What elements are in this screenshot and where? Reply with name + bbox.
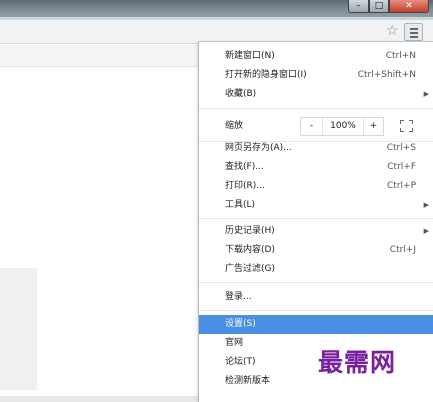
menu-item-tools[interactable]: 工具(L) ▶ xyxy=(199,196,433,215)
window-title-bar: – □ ✕ xyxy=(0,0,433,20)
menu-item-downloads[interactable]: 下载内容(D) Ctrl+J xyxy=(199,241,433,260)
maximize-button[interactable]: □ xyxy=(369,0,389,13)
menu-item-history[interactable]: 历史记录(H) ▶ xyxy=(199,222,433,241)
zoom-out-button[interactable]: - xyxy=(301,118,323,135)
menu-button[interactable] xyxy=(404,23,423,41)
zoom-level: 100% xyxy=(330,121,356,131)
menu-item-new-incognito-window[interactable]: 打开新的隐身窗口(I) Ctrl+Shift+N xyxy=(199,66,433,85)
submenu-arrow-icon: ▶ xyxy=(423,90,429,98)
page-header-strip xyxy=(0,45,200,67)
close-button[interactable]: ✕ xyxy=(389,0,429,13)
menu-item-official-site[interactable]: 官网 xyxy=(199,334,433,353)
fullscreen-icon[interactable] xyxy=(400,120,413,132)
menu-item-new-window[interactable]: 新建窗口(N) Ctrl+N xyxy=(199,47,433,66)
menu-divider xyxy=(199,310,433,311)
menu-divider xyxy=(199,108,433,109)
zoom-in-button[interactable]: + xyxy=(363,118,383,135)
menu-item-bookmarks[interactable]: 收藏(B) ▶ xyxy=(199,85,433,104)
menu-item-ad-filter[interactable]: 广告过滤(G) xyxy=(199,260,433,279)
menu-zoom-row: 缩放 - 100% + xyxy=(199,112,433,140)
menu-divider xyxy=(199,218,433,219)
watermark-text: 最需网 xyxy=(318,348,397,377)
menu-item-print[interactable]: 打印(R)... Ctrl+P xyxy=(199,177,433,196)
hamburger-menu-icon xyxy=(410,28,418,30)
zoom-label: 缩放 xyxy=(225,121,244,131)
menu-item-save-page-as[interactable]: 网页另存为(A)... Ctrl+S xyxy=(199,139,433,158)
menu-item-check-update[interactable]: 检测新版本 xyxy=(199,372,433,391)
menu-divider xyxy=(199,282,433,283)
menu-item-sign-in[interactable]: 登录... xyxy=(199,288,433,307)
menu-item-forum[interactable]: 论坛(T) xyxy=(199,353,433,372)
page-content-block xyxy=(0,268,37,390)
zoom-control: - 100% + xyxy=(300,117,384,136)
star-icon[interactable]: ☆ xyxy=(386,23,399,39)
submenu-arrow-icon: ▶ xyxy=(423,227,429,235)
menu-item-find[interactable]: 查找(F)... Ctrl+F xyxy=(199,158,433,177)
submenu-arrow-icon: ▶ xyxy=(423,201,429,209)
browser-main-menu: 新建窗口(N) Ctrl+N 打开新的隐身窗口(I) Ctrl+Shift+N … xyxy=(198,41,433,402)
minimize-button[interactable]: – xyxy=(348,0,369,13)
menu-item-settings[interactable]: 设置(S) xyxy=(199,315,433,334)
